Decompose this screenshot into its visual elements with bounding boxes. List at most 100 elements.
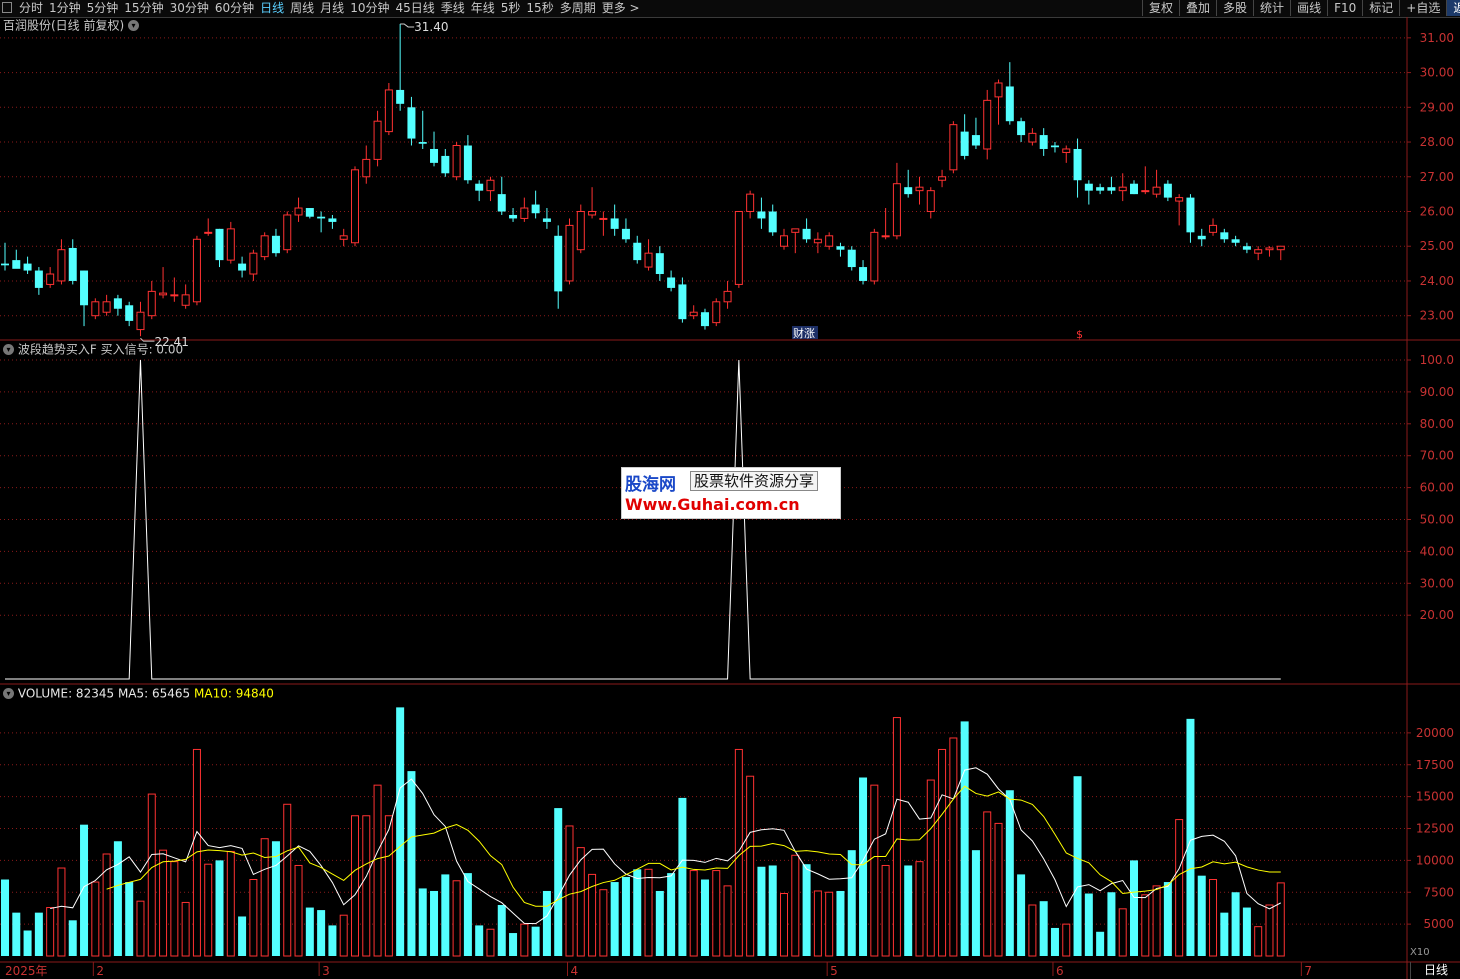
candle-body <box>655 253 664 275</box>
period-tab-5[interactable]: 60分钟 <box>212 0 257 16</box>
volume-bar <box>1141 894 1150 957</box>
candle-body <box>34 270 43 288</box>
candle-body <box>746 193 755 212</box>
candle-body <box>350 169 359 244</box>
candle-body <box>723 290 732 303</box>
volume-bar <box>892 717 901 957</box>
volume-ma5-line <box>50 767 1282 925</box>
volume-bar <box>960 721 969 956</box>
period-tab-7[interactable]: 周线 <box>287 0 317 16</box>
volume-bar <box>1197 875 1206 956</box>
period-footer-button[interactable]: 日线 <box>1410 962 1460 979</box>
volume-bar <box>565 825 574 957</box>
volume-bar <box>520 923 529 957</box>
candle-body <box>610 218 619 229</box>
date-label: 3 <box>322 964 330 978</box>
candle-body <box>960 131 969 156</box>
volume-bar <box>926 779 935 957</box>
tool-button-2[interactable]: 多股 <box>1216 0 1253 16</box>
volume-bar <box>870 784 879 957</box>
tool-button-8[interactable]: 返回 <box>1446 0 1460 16</box>
event-tag-dividend: $ <box>1076 328 1083 341</box>
chevron-down-icon[interactable]: ▾ <box>3 344 14 355</box>
candle-body <box>317 216 326 219</box>
period-tab-1[interactable]: 1分钟 <box>46 0 84 16</box>
candle-body <box>802 228 811 240</box>
indicator-axis-tick-label: 90.00 <box>1420 385 1454 399</box>
period-tab-0[interactable]: 分时 <box>16 0 46 16</box>
tool-button-4[interactable]: 画线 <box>1290 0 1327 16</box>
period-tab-2[interactable]: 5分钟 <box>84 0 122 16</box>
volume-bar <box>1084 893 1093 956</box>
candle-body <box>339 235 348 240</box>
volume-axis-tick-label: 17500 <box>1416 758 1454 772</box>
candle-body <box>938 176 947 181</box>
candle-body <box>170 294 179 297</box>
volume-bar <box>1276 882 1285 957</box>
candle-body <box>1118 186 1127 192</box>
period-tab-12[interactable]: 年线 <box>468 0 498 16</box>
lock-icon <box>2 2 12 13</box>
candle-body <box>531 204 540 214</box>
period-tab-8[interactable]: 月线 <box>317 0 347 16</box>
volume-bar <box>542 890 551 956</box>
period-tab-13[interactable]: 5秒 <box>498 0 524 16</box>
price-axis-tick-label: 24.00 <box>1420 274 1454 288</box>
volume-bar <box>734 748 743 957</box>
tool-button-6[interactable]: 标记 <box>1362 0 1399 16</box>
candle-body <box>159 292 168 296</box>
period-tab-15[interactable]: 多周期 <box>557 0 599 16</box>
candle-body <box>283 214 292 251</box>
volume-bar <box>215 860 224 956</box>
volume-bar <box>102 853 111 957</box>
price-axis-tick-label: 27.00 <box>1420 170 1454 184</box>
tool-button-7[interactable]: +自选 <box>1399 0 1446 16</box>
tool-button-1[interactable]: 叠加 <box>1179 0 1216 16</box>
watermark-subtitle: 股票软件资源分享 <box>690 471 819 491</box>
candle-body <box>418 142 427 144</box>
candle-body <box>1265 247 1274 251</box>
candle-body <box>836 246 845 250</box>
chevron-down-icon[interactable]: ▾ <box>128 20 140 31</box>
period-tab-9[interactable]: 10分钟 <box>347 0 392 16</box>
candle-body <box>1197 235 1206 240</box>
tool-button-0[interactable]: 复权 <box>1142 0 1179 16</box>
period-tab-6[interactable]: 日线 <box>257 0 287 16</box>
candle-body <box>949 124 958 171</box>
volume-bar <box>938 748 947 957</box>
candle-body <box>1039 135 1048 149</box>
volume-bar <box>68 920 77 956</box>
volume-bar <box>1152 885 1161 957</box>
candle-body <box>192 238 201 303</box>
period-tab-4[interactable]: 30分钟 <box>167 0 212 16</box>
period-tab-3[interactable]: 15分钟 <box>121 0 166 16</box>
indicator-panel-header: ▾ 波段趋势买入F 买入信号: 0.00 <box>3 342 183 357</box>
candle-body <box>509 214 518 219</box>
date-label: 5 <box>830 964 838 978</box>
indicator-title: 波段趋势买入F <box>17 342 97 357</box>
period-tab-16[interactable]: 更多 > <box>599 0 643 16</box>
volume-axis-tick-label: 10000 <box>1416 853 1454 867</box>
tool-button-3[interactable]: 统计 <box>1253 0 1290 16</box>
volume-bar <box>159 849 168 957</box>
candle-body <box>678 284 687 320</box>
candle-body <box>994 82 1003 98</box>
volume-bar <box>825 891 834 957</box>
candle-body <box>1163 183 1172 198</box>
candle-body <box>396 89 405 104</box>
volume-bar <box>384 815 393 957</box>
candle-body <box>486 179 495 192</box>
period-tab-14[interactable]: 15秒 <box>523 0 556 16</box>
chevron-down-icon[interactable]: ▾ <box>3 688 14 699</box>
volume-bar <box>350 815 359 957</box>
tool-button-5[interactable]: F10 <box>1327 0 1362 16</box>
period-tab-11[interactable]: 季线 <box>438 0 468 16</box>
volume-bar <box>915 861 924 957</box>
candle-body <box>136 311 145 331</box>
volume-bar <box>588 873 597 957</box>
ma5-label: MA5: 65465 <box>117 686 191 701</box>
candle-body <box>565 224 574 282</box>
volume-bar <box>700 879 709 956</box>
period-tab-10[interactable]: 45日线 <box>392 0 437 16</box>
volume-bar <box>1005 790 1014 956</box>
